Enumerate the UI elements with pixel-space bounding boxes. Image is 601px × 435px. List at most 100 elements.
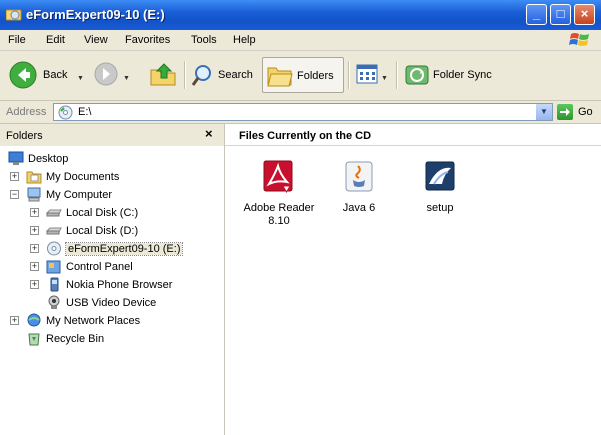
address-dropdown-icon[interactable]: ▼ xyxy=(536,104,552,120)
tree-item-recycle-bin[interactable]: Recycle Bin xyxy=(26,330,206,348)
network-icon xyxy=(27,313,41,327)
folder-sync-label: Folder Sync xyxy=(433,69,492,81)
address-input[interactable]: E:\ ▼ xyxy=(53,103,553,121)
search-button[interactable]: Search xyxy=(188,57,258,93)
file-list-pane: Files Currently on the CD Adobe Reader 8… xyxy=(225,124,601,435)
java-icon xyxy=(345,161,373,192)
folders-button[interactable]: Folders xyxy=(262,57,344,93)
tree-item-label: Local Disk (D:) xyxy=(66,225,139,237)
tree-item-label: My Computer xyxy=(46,189,113,201)
back-dropdown-icon[interactable]: ▼ xyxy=(77,75,84,82)
tree-item-local-disk-c[interactable]: + Local Disk (C:) xyxy=(30,204,210,222)
back-arrow-icon xyxy=(9,61,37,89)
menu-tools[interactable]: Tools xyxy=(191,34,217,46)
tree-item-label: Desktop xyxy=(28,153,69,165)
tree-item-label: USB Video Device xyxy=(66,297,157,309)
close-button[interactable]: × xyxy=(574,4,595,25)
file-label: setup xyxy=(426,202,454,214)
expand-toggle[interactable]: + xyxy=(30,226,39,235)
file-label: Adobe Reader 8.10 xyxy=(243,202,315,227)
file-setup[interactable]: setup xyxy=(400,160,480,215)
address-label: Address xyxy=(6,106,47,118)
views-button[interactable]: ▼ xyxy=(352,57,392,93)
forward-dropdown-icon[interactable]: ▼ xyxy=(123,75,130,82)
control-panel-icon xyxy=(46,260,61,274)
tree-item-label: Local Disk (C:) xyxy=(66,207,139,219)
windows-logo-icon xyxy=(569,33,589,46)
expand-toggle[interactable]: + xyxy=(10,172,19,181)
folders-pane-header: Folders × xyxy=(0,124,224,146)
setup-icon xyxy=(425,161,455,191)
collapse-toggle[interactable]: − xyxy=(10,190,19,199)
tree-item-usb-video-device[interactable]: USB Video Device xyxy=(46,294,216,312)
cd-drive-icon xyxy=(58,105,73,120)
folder-sync-icon xyxy=(405,65,429,85)
webcam-icon xyxy=(48,295,60,309)
adobe-reader-icon xyxy=(263,160,293,193)
tree-item-desktop[interactable]: Desktop xyxy=(6,150,206,168)
close-folders-pane-icon[interactable]: × xyxy=(205,126,213,141)
computer-icon xyxy=(27,187,41,202)
expand-toggle[interactable]: + xyxy=(30,262,39,271)
cd-drive-icon xyxy=(6,9,22,21)
expand-toggle[interactable]: + xyxy=(30,280,39,289)
address-bar: Address E:\ ▼ Go xyxy=(0,101,601,124)
folders-pane-title: Folders xyxy=(6,130,43,142)
menu-edit[interactable]: Edit xyxy=(46,34,65,46)
recycle-bin-icon xyxy=(28,333,40,346)
menu-favorites[interactable]: Favorites xyxy=(125,34,170,46)
folders-pane: Folders × Desktop + My Documents − My Co… xyxy=(0,124,225,435)
phone-icon xyxy=(50,277,59,292)
tree-item-my-documents[interactable]: + My Documents xyxy=(10,168,210,186)
menu-bar: File Edit View Favorites Tools Help xyxy=(0,30,601,51)
file-adobe-reader[interactable]: Adobe Reader 8.10 xyxy=(239,160,319,228)
tree-item-control-panel[interactable]: + Control Panel xyxy=(30,258,210,276)
back-label: Back xyxy=(43,69,68,81)
up-folder-icon xyxy=(150,63,176,86)
menu-file[interactable]: File xyxy=(8,34,26,46)
window-title: eFormExpert09-10 (E:) xyxy=(26,7,165,22)
menu-view[interactable]: View xyxy=(84,34,108,46)
maximize-button[interactable]: □ xyxy=(550,4,571,25)
hard-disk-icon xyxy=(46,227,62,235)
folders-label: Folders xyxy=(297,70,334,82)
search-icon xyxy=(191,65,211,86)
content-heading: Files Currently on the CD xyxy=(239,130,372,142)
expand-toggle[interactable]: + xyxy=(10,316,19,325)
folder-sync-button[interactable]: Folder Sync xyxy=(401,57,501,93)
tree-item-label: Control Panel xyxy=(66,261,133,273)
desktop-icon xyxy=(8,151,24,165)
views-dropdown-icon[interactable]: ▼ xyxy=(381,75,388,82)
tree-item-local-disk-d[interactable]: + Local Disk (D:) xyxy=(30,222,210,240)
cd-drive-icon xyxy=(47,241,61,256)
file-label: Java 6 xyxy=(342,202,376,214)
toolbar: Back ▼ ▼ Search Folders ▼ Folder Sync xyxy=(0,51,601,101)
tree-item-label: eFormExpert09-10 (E:) xyxy=(64,242,184,256)
documents-folder-icon xyxy=(26,171,42,184)
back-button[interactable]: Back ▼ xyxy=(6,57,86,93)
hard-disk-icon xyxy=(46,209,62,217)
tree-item-label: My Documents xyxy=(46,171,120,183)
go-button[interactable]: Go xyxy=(578,106,593,118)
tree-item-nokia-phone-browser[interactable]: + Nokia Phone Browser xyxy=(30,276,215,294)
tree-item-my-computer[interactable]: − My Computer xyxy=(10,186,210,204)
menu-help[interactable]: Help xyxy=(233,34,256,46)
expand-toggle[interactable]: + xyxy=(30,208,39,217)
tree-item-eformexpert-e[interactable]: + eFormExpert09-10 (E:) xyxy=(30,240,215,258)
tree-item-label: My Network Places xyxy=(46,315,141,327)
tree-item-label: Nokia Phone Browser xyxy=(66,279,173,291)
views-icon xyxy=(356,64,378,84)
forward-arrow-icon xyxy=(94,62,118,86)
title-bar[interactable]: eFormExpert09-10 (E:) _ □ × xyxy=(0,0,601,30)
search-label: Search xyxy=(218,69,253,81)
address-value: E:\ xyxy=(78,106,92,118)
go-arrow-icon[interactable] xyxy=(557,104,573,120)
up-folder-button[interactable] xyxy=(146,57,178,93)
file-java-6[interactable]: Java 6 xyxy=(319,160,399,215)
minimize-button[interactable]: _ xyxy=(526,4,547,25)
expand-toggle[interactable]: + xyxy=(30,244,39,253)
tree-item-label: Recycle Bin xyxy=(46,333,105,345)
forward-button[interactable]: ▼ xyxy=(92,57,134,93)
folders-icon xyxy=(267,67,293,87)
tree-item-my-network-places[interactable]: + My Network Places xyxy=(10,312,210,330)
